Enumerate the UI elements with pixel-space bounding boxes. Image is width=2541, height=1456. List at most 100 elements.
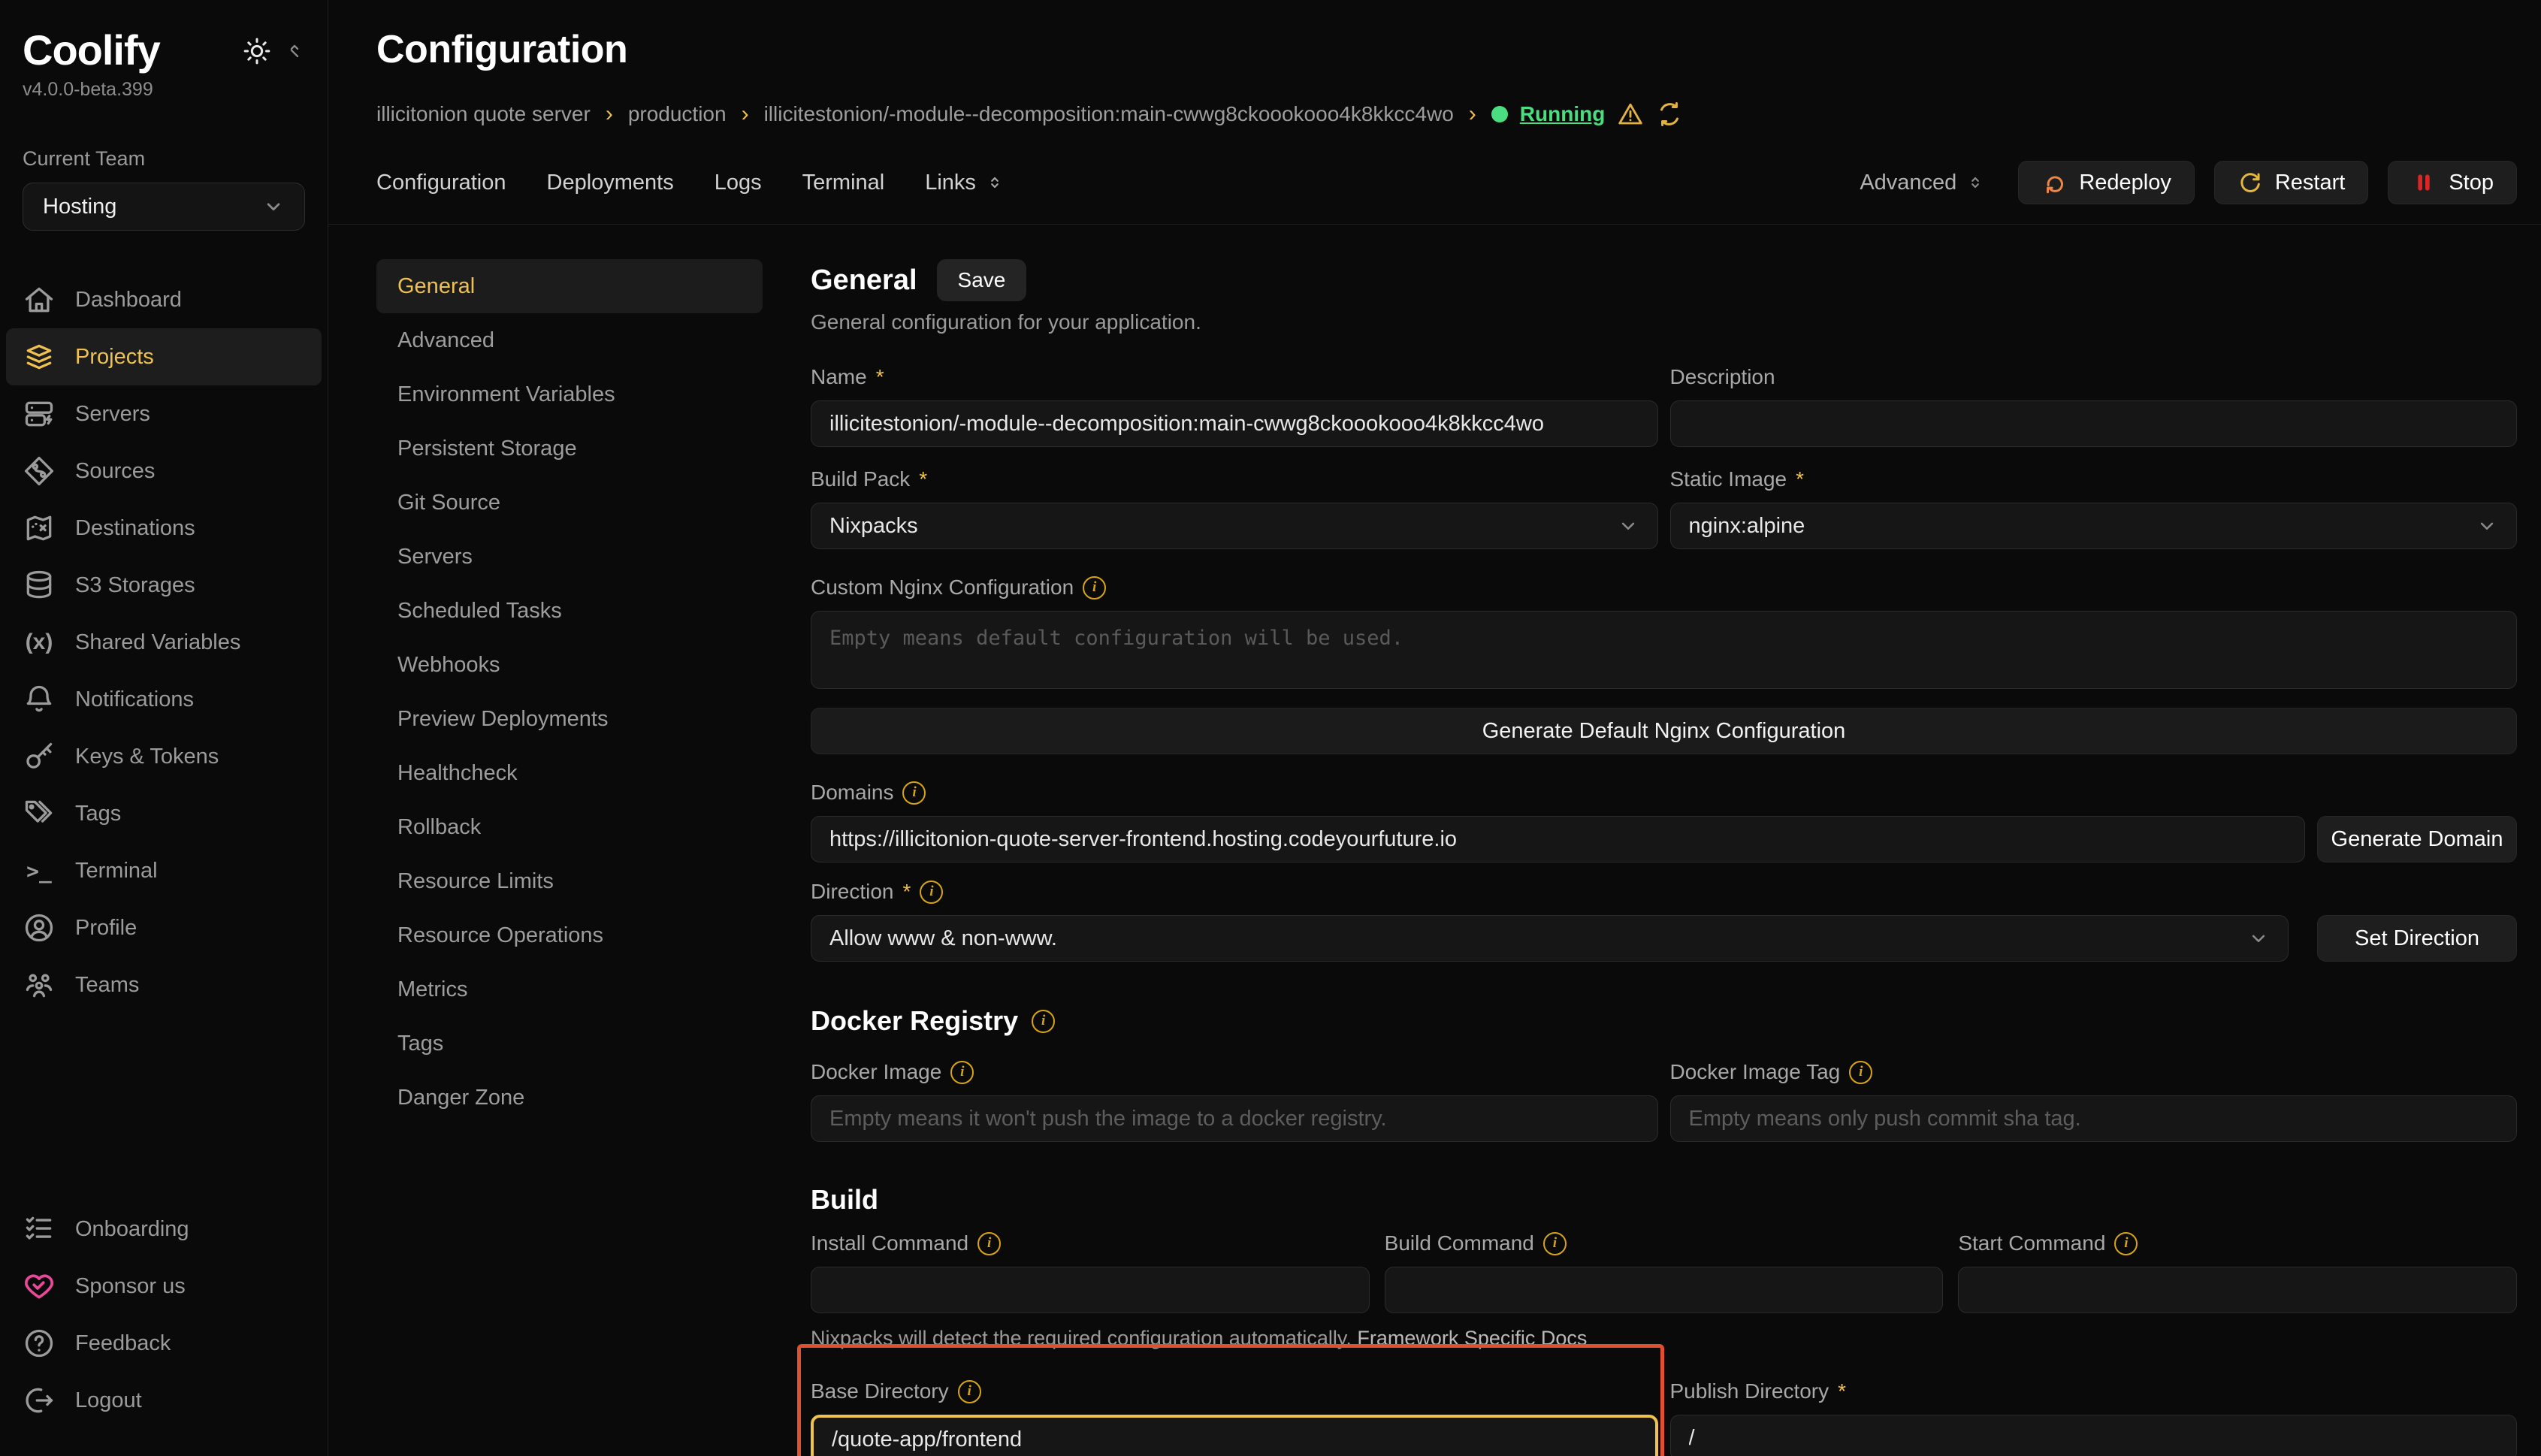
publish-directory-input[interactable] (1670, 1415, 2518, 1456)
info-icon[interactable]: i (1083, 576, 1106, 600)
breadcrumb-environment[interactable]: production (628, 102, 727, 126)
generate-nginx-button[interactable]: Generate Default Nginx Configuration (811, 708, 2517, 754)
subnav-item-metrics[interactable]: Metrics (376, 962, 763, 1016)
info-icon[interactable]: i (1032, 1010, 1055, 1033)
subnav-item-resource-limits[interactable]: Resource Limits (376, 854, 763, 908)
tab-links[interactable]: Links (925, 171, 1005, 195)
sidebar-item-notifications[interactable]: Notifications (6, 671, 322, 728)
refresh-icon[interactable] (1656, 101, 1683, 128)
warning-icon[interactable] (1617, 101, 1644, 128)
name-input[interactable] (811, 400, 1658, 447)
sidebar-item-onboarding[interactable]: Onboarding (6, 1201, 322, 1258)
direction-select[interactable]: Allow www & non-www. (811, 915, 2289, 962)
info-icon[interactable]: i (920, 881, 943, 904)
tab-terminal[interactable]: Terminal (802, 171, 885, 195)
sidebar-spacer (0, 1013, 328, 1201)
sidebar-item-label: Servers (75, 402, 150, 427)
docker-image-input[interactable] (811, 1095, 1658, 1142)
build-pack-select[interactable]: Nixpacks (811, 503, 1658, 549)
sidebar-item-dashboard[interactable]: Dashboard (6, 271, 322, 328)
subnav-item-general[interactable]: General (376, 259, 763, 313)
breadcrumb-project[interactable]: illicitonion quote server (376, 102, 591, 126)
subnav-item-persistent-storage[interactable]: Persistent Storage (376, 421, 763, 476)
tab-links-label: Links (925, 171, 976, 195)
subnav-item-rollback[interactable]: Rollback (376, 800, 763, 854)
theme-sun-icon[interactable] (242, 36, 272, 66)
sidebar-item-label: Notifications (75, 687, 194, 712)
build-command-input[interactable] (1385, 1267, 1944, 1313)
advanced-dropdown[interactable]: Advanced (1860, 171, 1985, 195)
framework-docs-link[interactable]: Framework Specific Docs (1357, 1327, 1587, 1349)
sidebar-item-keys-tokens[interactable]: Keys & Tokens (6, 728, 322, 785)
subnav-item-danger-zone[interactable]: Danger Zone (376, 1071, 763, 1125)
sidebar-item-destinations[interactable]: Destinations (6, 500, 322, 557)
info-icon[interactable]: i (2114, 1232, 2138, 1255)
breadcrumb-application[interactable]: illicitestonion/-module--decomposition:m… (764, 102, 1454, 126)
generate-domain-button[interactable]: Generate Domain (2317, 816, 2517, 862)
static-image-label: Static Image (1670, 467, 1787, 491)
info-icon[interactable]: i (958, 1380, 981, 1403)
stop-button[interactable]: Stop (2388, 161, 2517, 204)
sidebar-item-sponsor-us[interactable]: Sponsor us (6, 1258, 322, 1315)
sidebar-item-label: Tags (75, 802, 121, 826)
docker-image-label: Docker Image (811, 1060, 941, 1084)
install-command-input[interactable] (811, 1267, 1370, 1313)
subnav-item-scheduled-tasks[interactable]: Scheduled Tasks (376, 584, 763, 638)
user-circle-icon (23, 911, 56, 944)
subnav-item-preview-deployments[interactable]: Preview Deployments (376, 692, 763, 746)
info-icon[interactable]: i (902, 781, 926, 805)
sidebar-item-logout[interactable]: Logout (6, 1372, 322, 1429)
direction-value: Allow www & non-www. (829, 926, 1057, 951)
base-directory-input[interactable] (811, 1415, 1658, 1456)
info-icon[interactable]: i (977, 1232, 1001, 1255)
heart-hands-icon (23, 1270, 56, 1303)
subnav-item-advanced[interactable]: Advanced (376, 313, 763, 367)
theme-chevron-up-down-icon[interactable] (284, 41, 305, 62)
subnav-item-webhooks[interactable]: Webhooks (376, 638, 763, 692)
sidebar-item-tags[interactable]: Tags (6, 785, 322, 842)
restart-button[interactable]: Restart (2214, 161, 2368, 204)
page-title: Configuration (376, 27, 2517, 72)
tab-deployments[interactable]: Deployments (547, 171, 674, 195)
map-icon (23, 512, 56, 545)
info-icon[interactable]: i (1849, 1061, 1872, 1084)
description-input[interactable] (1670, 400, 2518, 447)
sidebar-item-teams[interactable]: Teams (6, 956, 322, 1013)
start-command-input[interactable] (1958, 1267, 2517, 1313)
subnav-item-servers[interactable]: Servers (376, 530, 763, 584)
subnav-item-git-source[interactable]: Git Source (376, 476, 763, 530)
save-button[interactable]: Save (937, 259, 1027, 301)
status-running-link[interactable]: Running (1520, 102, 1606, 126)
sidebar-item-projects[interactable]: Projects (6, 328, 322, 385)
info-icon[interactable]: i (1543, 1232, 1567, 1255)
sidebar: Coolify v4.0.0-beta.399 Current Team Hos… (0, 0, 328, 1456)
domains-label: Domains (811, 781, 893, 805)
sidebar-item-shared-variables[interactable]: (x) Shared Variables (6, 614, 322, 671)
team-select[interactable]: Hosting (23, 183, 305, 231)
custom-nginx-textarea[interactable] (811, 611, 2517, 689)
redeploy-button[interactable]: Redeploy (2018, 161, 2195, 204)
docker-image-tag-input[interactable] (1670, 1095, 2518, 1142)
subnav-item-environment-variables[interactable]: Environment Variables (376, 367, 763, 421)
sidebar-item-terminal[interactable]: >_ Terminal (6, 842, 322, 899)
info-icon[interactable]: i (950, 1061, 974, 1084)
sidebar-item-s3-storages[interactable]: S3 Storages (6, 557, 322, 614)
layers-icon (23, 340, 56, 373)
set-direction-button[interactable]: Set Direction (2317, 915, 2517, 962)
sidebar-item-label: Keys & Tokens (75, 745, 219, 769)
static-image-select[interactable]: nginx:alpine (1670, 503, 2518, 549)
sidebar-item-feedback[interactable]: Feedback (6, 1315, 322, 1372)
domains-input[interactable] (811, 816, 2305, 862)
stop-icon (2411, 170, 2437, 195)
sidebar-item-sources[interactable]: Sources (6, 443, 322, 500)
tab-configuration[interactable]: Configuration (376, 171, 506, 195)
breadcrumb-separator: › (606, 101, 613, 127)
nixpacks-note-text: Nixpacks will detect the required config… (811, 1327, 1357, 1349)
subnav-item-resource-operations[interactable]: Resource Operations (376, 908, 763, 962)
subnav-item-healthcheck[interactable]: Healthcheck (376, 746, 763, 800)
sidebar-item-profile[interactable]: Profile (6, 899, 322, 956)
subnav-item-tags[interactable]: Tags (376, 1016, 763, 1071)
sidebar-item-servers[interactable]: Servers (6, 385, 322, 443)
help-circle-icon (23, 1327, 56, 1360)
tab-logs[interactable]: Logs (715, 171, 762, 195)
